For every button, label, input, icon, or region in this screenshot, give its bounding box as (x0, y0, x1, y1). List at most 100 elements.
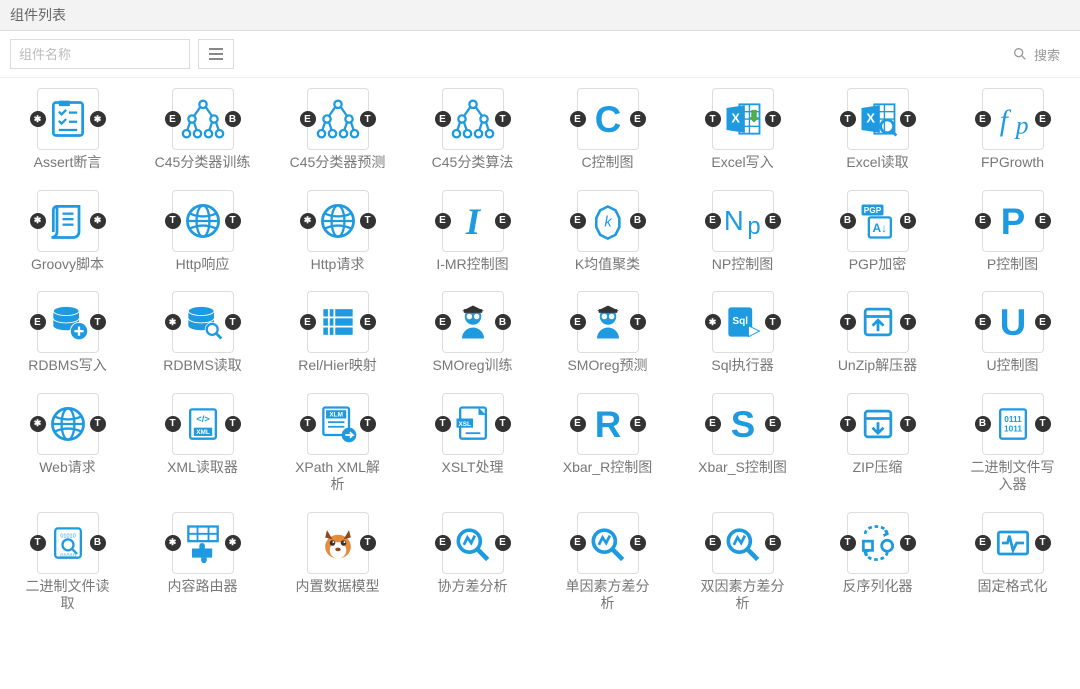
component-tile[interactable]: SqlT (712, 291, 774, 353)
component-item[interactable]: REEXbar_R控制图 (540, 393, 675, 494)
component-item[interactable]: SEEXbar_S控制图 (675, 393, 810, 494)
component-tile[interactable]: ET (577, 291, 639, 353)
big-p-icon: P (991, 199, 1035, 243)
component-item[interactable]: TTUnZip解压器 (810, 291, 945, 375)
component-item[interactable]: Groovy脚本 (0, 190, 135, 274)
component-tile[interactable]: TT (847, 291, 909, 353)
component-item[interactable]: XSLTTXSLT处理 (405, 393, 540, 494)
component-item[interactable]: PEEP控制图 (945, 190, 1080, 274)
component-item[interactable]: TTZIP压缩 (810, 393, 945, 494)
component-tile[interactable]: XLMTT (307, 393, 369, 455)
component-tile[interactable]: EE (442, 512, 504, 574)
squirrel-icon (316, 521, 360, 565)
component-tile[interactable]: ET (307, 88, 369, 150)
svg-text:N: N (723, 205, 743, 236)
component-item[interactable]: SqlTSql执行器 (675, 291, 810, 375)
component-tile[interactable]: CEE (577, 88, 639, 150)
component-tile[interactable]: PEE (982, 190, 1044, 252)
component-tile[interactable]: IEE (442, 190, 504, 252)
component-item[interactable]: XTTExcel读取 (810, 88, 945, 172)
component-item[interactable]: kEBK均值聚类 (540, 190, 675, 274)
component-item[interactable]: CEEC控制图 (540, 88, 675, 172)
component-tile[interactable]: </>XMLTT (172, 393, 234, 455)
port-right: B (495, 314, 511, 330)
component-tile[interactable]: kEB (577, 190, 639, 252)
component-tile[interactable] (37, 88, 99, 150)
component-tile[interactable]: EB (172, 88, 234, 150)
port-left: E (705, 535, 721, 551)
component-item[interactable]: TWeb请求 (0, 393, 135, 494)
component-item[interactable]: EE协方差分析 (405, 512, 540, 613)
binfile-icon: 01111011 (991, 402, 1035, 446)
component-item[interactable]: TT反序列化器 (810, 512, 945, 613)
component-tile[interactable]: ET (37, 291, 99, 353)
script-icon (46, 199, 90, 243)
component-tile[interactable]: ET (982, 512, 1044, 574)
component-item[interactable]: TRDBMS读取 (135, 291, 270, 375)
globe-icon (181, 199, 225, 243)
component-tile[interactable]: TT (847, 512, 909, 574)
component-tile[interactable]: fpEE (982, 88, 1044, 150)
port-right: E (1035, 111, 1051, 127)
component-tile[interactable]: 01111011BT (982, 393, 1044, 455)
component-item[interactable]: XLMTTXPath XML解析 (270, 393, 405, 494)
component-tile[interactable]: T (307, 512, 369, 574)
component-item[interactable]: EE双因素方差分析 (675, 512, 810, 613)
component-tile[interactable]: XTT (712, 88, 774, 150)
port-right: T (765, 314, 781, 330)
component-tile[interactable]: T (37, 393, 99, 455)
component-tile[interactable] (172, 512, 234, 574)
component-tile[interactable]: EE (307, 291, 369, 353)
component-item[interactable]: ET固定格式化 (945, 512, 1080, 613)
component-tile[interactable]: XTT (847, 88, 909, 150)
component-item[interactable]: THttp请求 (270, 190, 405, 274)
component-item[interactable]: EBC45分类器训练 (135, 88, 270, 172)
component-tile[interactable]: PGPA↓BB (847, 190, 909, 252)
component-item[interactable]: ETSMOreg预测 (540, 291, 675, 375)
component-item[interactable]: Assert断言 (0, 88, 135, 172)
component-tile[interactable]: TT (847, 393, 909, 455)
port-right: T (225, 416, 241, 432)
component-tile[interactable]: TT (172, 190, 234, 252)
component-tile[interactable]: UEE (982, 291, 1044, 353)
component-item[interactable]: fpEEFPGrowth (945, 88, 1080, 172)
component-item[interactable]: IEEI-MR控制图 (405, 190, 540, 274)
component-tile[interactable] (37, 190, 99, 252)
search-button[interactable]: 搜索 (1012, 45, 1070, 64)
component-tile[interactable]: ET (442, 88, 504, 150)
component-item[interactable]: 内容路由器 (135, 512, 270, 613)
component-item[interactable]: NpEENP控制图 (675, 190, 810, 274)
component-tile[interactable]: NpEE (712, 190, 774, 252)
analyze-icon (721, 521, 765, 565)
component-item[interactable]: ETC45分类器预测 (270, 88, 405, 172)
component-item[interactable]: ETC45分类算法 (405, 88, 540, 172)
component-item[interactable]: 0101001010TB二进制文件读取 (0, 512, 135, 613)
component-label: XML读取器 (167, 459, 238, 477)
component-tile[interactable]: T (307, 190, 369, 252)
component-item[interactable]: T内置数据模型 (270, 512, 405, 613)
svg-text:X: X (731, 111, 740, 126)
unzip-icon (856, 300, 900, 344)
component-item[interactable]: EE单因素方差分析 (540, 512, 675, 613)
component-tile[interactable]: 0101001010TB (37, 512, 99, 574)
port-left: E (975, 314, 991, 330)
component-tile[interactable]: SEE (712, 393, 774, 455)
component-tile[interactable]: EB (442, 291, 504, 353)
port-right: E (630, 416, 646, 432)
component-item[interactable]: UEEU控制图 (945, 291, 1080, 375)
component-item[interactable]: </>XMLTT XML读取器 (135, 393, 270, 494)
component-tile[interactable]: XSLTT (442, 393, 504, 455)
component-item[interactable]: ETRDBMS写入 (0, 291, 135, 375)
component-tile[interactable]: T (172, 291, 234, 353)
component-item[interactable]: PGPA↓BBPGP加密 (810, 190, 945, 274)
component-item[interactable]: TTHttp响应 (135, 190, 270, 274)
name-filter-input[interactable] (10, 39, 190, 69)
component-tile[interactable]: REE (577, 393, 639, 455)
component-item[interactable]: 01111011BT二进制文件写入器 (945, 393, 1080, 494)
component-item[interactable]: EBSMOreg训练 (405, 291, 540, 375)
component-tile[interactable]: EE (577, 512, 639, 574)
component-item[interactable]: EERel/Hier映射 (270, 291, 405, 375)
component-item[interactable]: XTTExcel写入 (675, 88, 810, 172)
category-select[interactable] (198, 39, 234, 69)
component-tile[interactable]: EE (712, 512, 774, 574)
